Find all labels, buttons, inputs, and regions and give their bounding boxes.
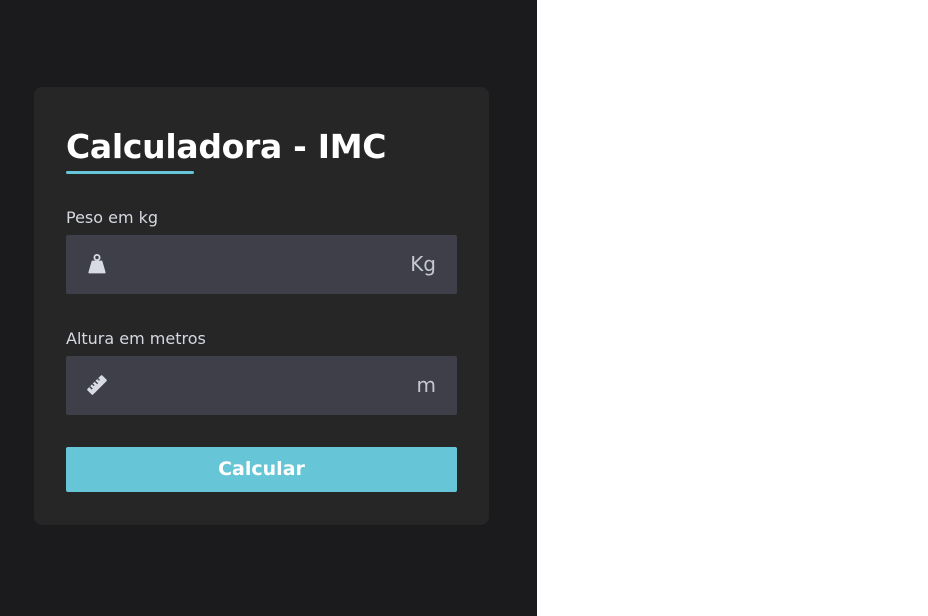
imc-calculator-card: Calculadora - IMC Peso em kg Kg Altura e… [34, 87, 489, 525]
altura-unit: m [416, 373, 436, 397]
result-panel [537, 0, 928, 616]
peso-unit: Kg [410, 252, 436, 276]
altura-input[interactable] [126, 356, 386, 415]
altura-label: Altura em metros [66, 329, 206, 348]
ruler-icon [85, 373, 109, 397]
altura-field: m [66, 356, 457, 415]
left-panel: Calculadora - IMC Peso em kg Kg Altura e… [0, 0, 537, 616]
peso-input[interactable] [126, 235, 386, 294]
calcular-button[interactable]: Calcular [66, 447, 457, 492]
title-underline [66, 171, 194, 174]
peso-field: Kg [66, 235, 457, 294]
page-title: Calculadora - IMC [66, 127, 387, 166]
peso-label: Peso em kg [66, 208, 159, 227]
weight-icon [85, 252, 109, 276]
